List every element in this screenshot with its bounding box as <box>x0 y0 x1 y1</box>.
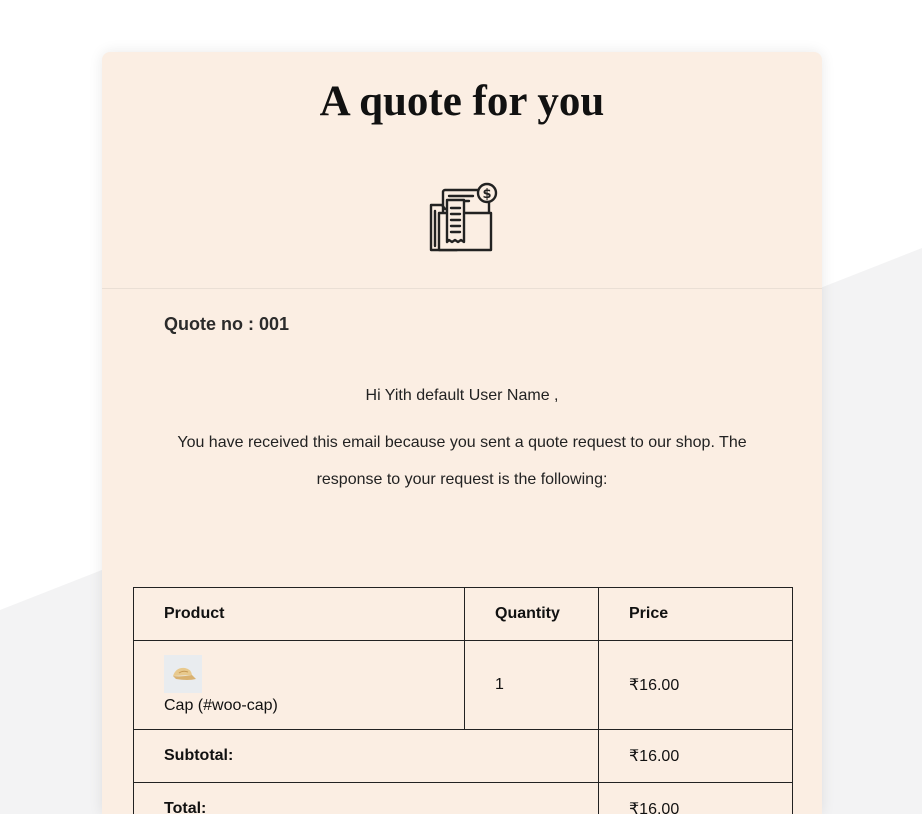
total-value: ₹16.00 <box>598 782 793 814</box>
table-row: Cap (#woo-cap) 1 ₹16.00 <box>133 640 793 730</box>
svg-text:$: $ <box>482 187 491 202</box>
header-product: Product <box>133 587 465 641</box>
quote-number: Quote no : 001 <box>164 314 290 334</box>
product-name[interactable]: Cap (#woo-cap) <box>164 697 278 714</box>
header-divider <box>102 288 822 289</box>
product-cell: Cap (#woo-cap) <box>133 640 465 730</box>
cap-thumbnail[interactable] <box>164 655 202 693</box>
price-cell: ₹16.00 <box>598 640 793 730</box>
subtotal-label: Subtotal: <box>133 729 599 783</box>
subtotal-row: Subtotal: ₹16.00 <box>133 729 793 783</box>
greeting-text: Hi Yith default User Name , <box>365 387 559 404</box>
email-title: A quote for you <box>319 78 605 125</box>
quantity-cell: 1 <box>464 640 599 730</box>
quote-table: Product Quantity Price Cap (#woo-cap) 1 … <box>133 587 793 814</box>
header-price: Price <box>598 587 793 641</box>
subtotal-value: ₹16.00 <box>598 729 793 783</box>
total-label: Total: <box>133 782 599 814</box>
quote-email-card: A quote for you $ Quote no : 001 Hi Yith <box>102 52 822 814</box>
message-text: You have received this email because you… <box>177 434 747 488</box>
table-header-row: Product Quantity Price <box>133 587 793 641</box>
invoice-document-icon: $ <box>425 180 501 256</box>
total-row: Total: ₹16.00 <box>133 782 793 814</box>
header-quantity: Quantity <box>464 587 599 641</box>
